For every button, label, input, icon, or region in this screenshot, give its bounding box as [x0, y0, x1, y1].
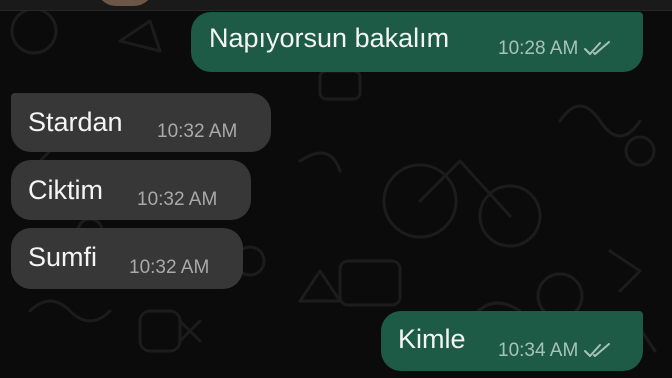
- message-bubble-outgoing[interactable]: Napıyorsun bakalım 10:28 AM: [191, 12, 643, 72]
- double-check-icon: [584, 41, 611, 57]
- avatar[interactable]: [96, 0, 154, 6]
- message-meta: 10:32 AM: [157, 121, 237, 143]
- message-bubble-incoming[interactable]: Ciktim 10:32 AM: [11, 160, 251, 220]
- message-meta: 10:32 AM: [129, 257, 209, 279]
- message-time: 10:28 AM: [498, 38, 579, 59]
- chat-header: [0, 0, 672, 11]
- message-time: 10:32 AM: [157, 121, 238, 142]
- message-text: Sumfi: [28, 242, 98, 272]
- message-bubble-outgoing[interactable]: Kimle 10:34 AM: [381, 311, 643, 371]
- message-text: Kimle: [398, 324, 466, 354]
- message-text: Napıyorsun bakalım: [209, 23, 450, 53]
- message-text: Ciktim: [28, 175, 103, 205]
- message-time: 10:32 AM: [137, 189, 218, 210]
- double-check-icon: [584, 343, 611, 359]
- message-time: 10:32 AM: [129, 257, 210, 278]
- message-meta: 10:28 AM: [498, 38, 611, 60]
- message-bubble-incoming[interactable]: Stardan 10:32 AM: [11, 93, 271, 152]
- message-text: Stardan: [28, 107, 123, 137]
- message-time: 10:34 AM: [498, 340, 579, 361]
- message-meta: 10:34 AM: [498, 340, 611, 362]
- message-bubble-incoming[interactable]: Sumfi 10:32 AM: [11, 228, 243, 289]
- message-meta: 10:32 AM: [137, 189, 217, 211]
